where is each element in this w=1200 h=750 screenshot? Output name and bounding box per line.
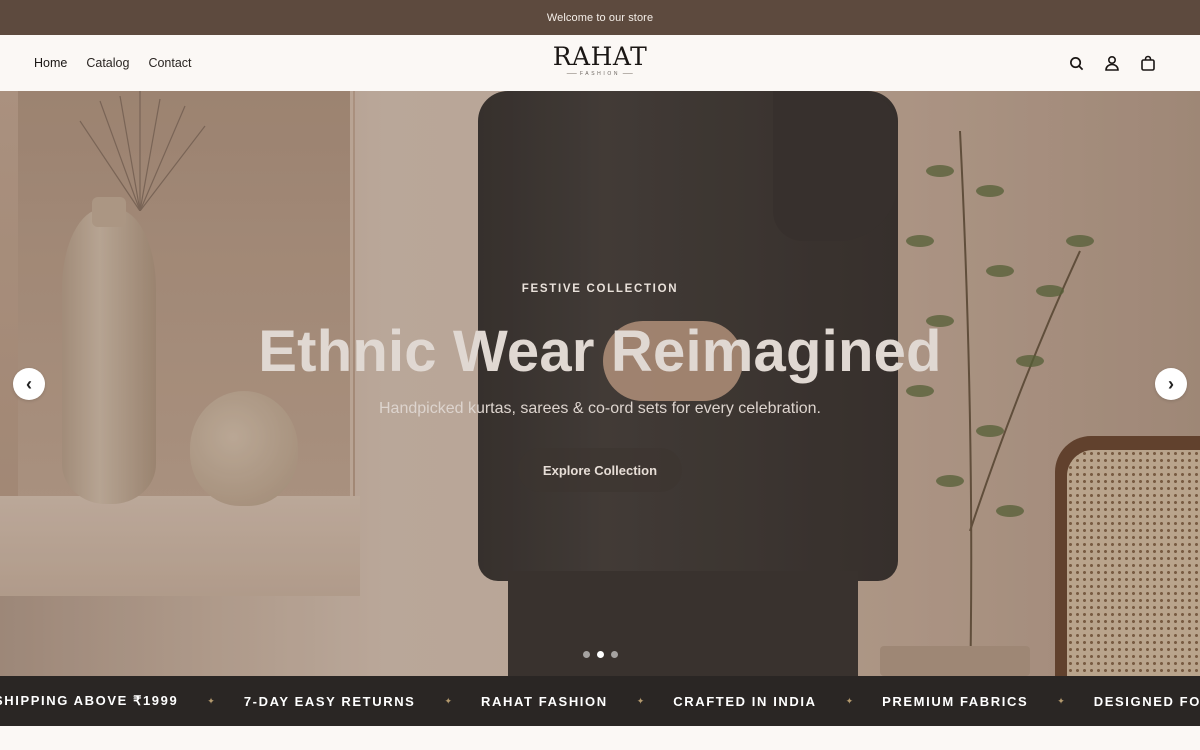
- marquee-item: DESIGNED FOR: [1093, 693, 1200, 709]
- logo-wordmark: RAHAT: [552, 42, 648, 71]
- sparkle-icon: ✦: [636, 695, 645, 706]
- account-icon[interactable]: [1104, 55, 1120, 71]
- nav-catalog[interactable]: Catalog: [86, 56, 129, 70]
- announcement-bar: Welcome to our store: [0, 0, 1200, 35]
- slider-dots: [0, 651, 1200, 658]
- brand-logo[interactable]: RAHAT FASHION: [552, 42, 648, 78]
- sparkle-icon: ✦: [207, 695, 215, 706]
- sparkle-icon: ✦: [1057, 695, 1065, 706]
- hero-eyebrow: FESTIVE COLLECTION: [521, 283, 679, 295]
- explore-collection-button[interactable]: Explore Collection: [518, 448, 682, 492]
- features-marquee: SHIPPING ABOVE ₹1999 ✦ 7-DAY EASY RETURN…: [0, 676, 1200, 726]
- slider-dot-1[interactable]: [582, 651, 590, 658]
- marquee-item: RAHAT FASHION: [481, 693, 608, 709]
- cart-icon[interactable]: [1140, 55, 1156, 71]
- slider-prev-button[interactable]: ‹: [13, 368, 45, 400]
- slider-dot-3[interactable]: [610, 651, 618, 658]
- hero-slider: FESTIVE COLLECTION Ethnic Wear Reimagine…: [0, 91, 1200, 676]
- sparkle-icon: ✦: [845, 695, 854, 706]
- below-fold-section: [0, 726, 1200, 750]
- marquee-track: SHIPPING ABOVE ₹1999 ✦ 7-DAY EASY RETURN…: [0, 676, 1200, 726]
- announcement-text: Welcome to our store: [546, 11, 654, 24]
- nav-home[interactable]: Home: [34, 56, 67, 70]
- marquee-item: SHIPPING ABOVE ₹1999: [0, 693, 179, 708]
- slider-dot-2[interactable]: [596, 651, 604, 658]
- marquee-item: CRAFTED IN INDIA: [673, 693, 817, 709]
- search-icon[interactable]: [1068, 55, 1084, 71]
- marquee-item: PREMIUM FABRICS: [882, 693, 1029, 709]
- hero-headline: Ethnic Wear Reimagined: [258, 319, 942, 384]
- site-header: Home Catalog Contact RAHAT FASHION: [0, 35, 1200, 91]
- logo-subtitle: FASHION: [553, 71, 648, 77]
- marquee-item: 7-DAY EASY RETURNS: [243, 693, 416, 709]
- slider-next-button[interactable]: ›: [1155, 368, 1187, 400]
- sparkle-icon: ✦: [444, 695, 452, 706]
- header-icons: [1068, 35, 1156, 91]
- hero-subline: Handpicked kurtas, sarees & co-ord sets …: [379, 400, 821, 417]
- main-nav: Home Catalog Contact: [34, 35, 192, 91]
- nav-contact[interactable]: Contact: [148, 56, 191, 70]
